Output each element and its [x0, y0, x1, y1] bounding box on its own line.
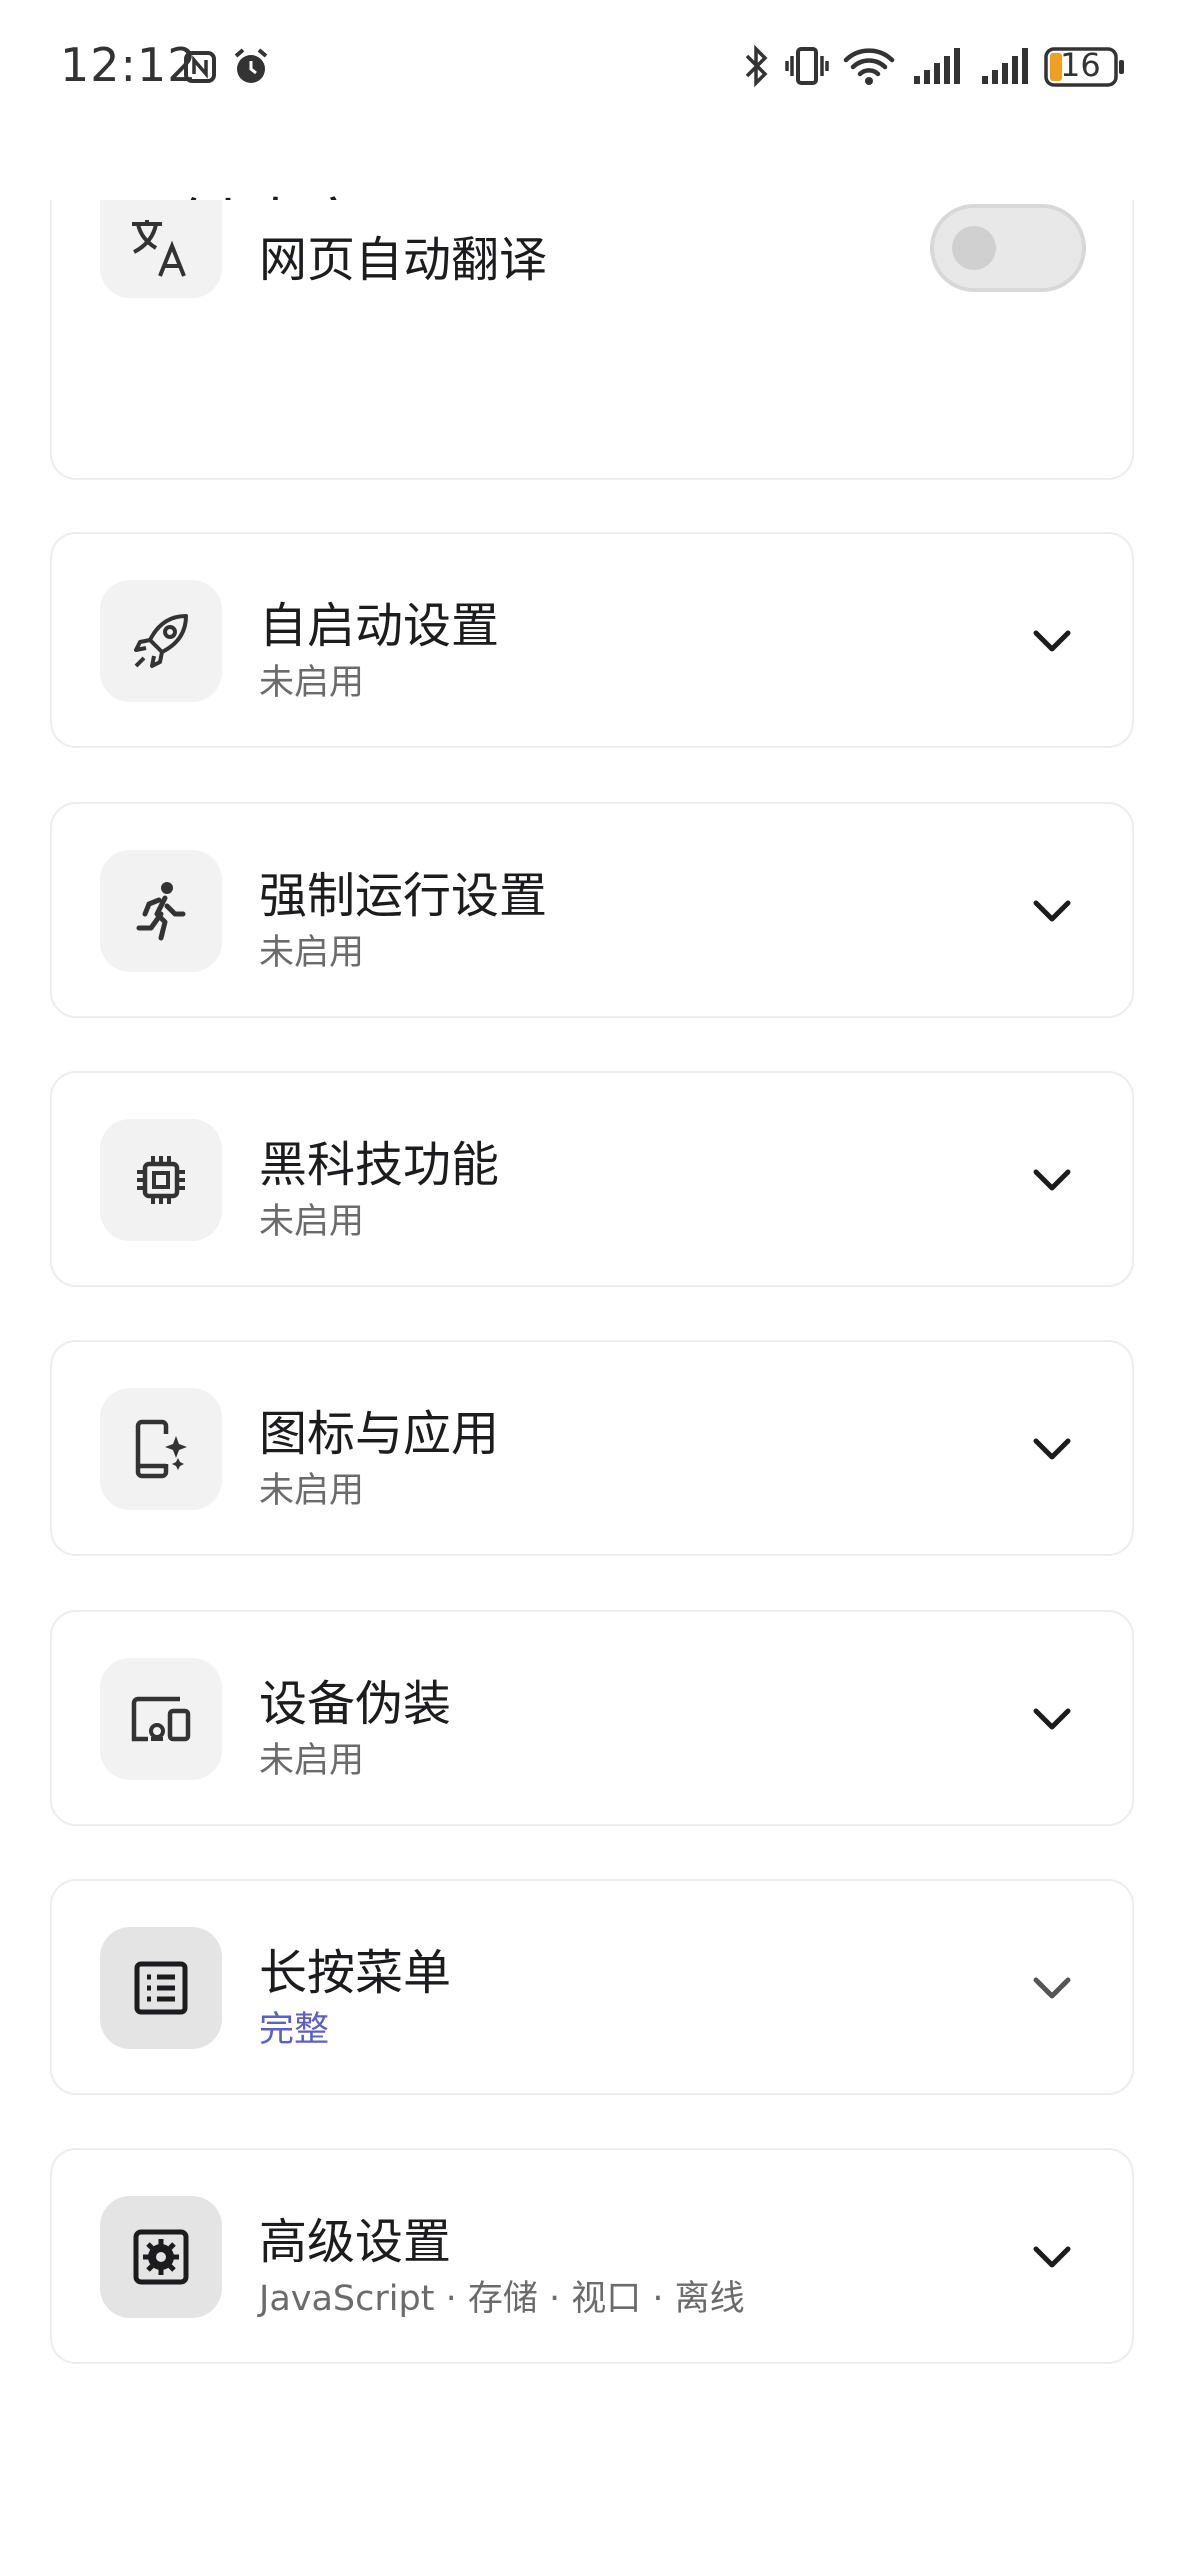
card-title: 设备伪装 [259, 1676, 452, 1732]
card-title: 长按菜单 [259, 1945, 452, 2001]
toggle-knob [952, 226, 996, 270]
alarm-icon [230, 46, 272, 92]
card-subtitle: 未启用 [259, 663, 365, 703]
run-icon [100, 850, 222, 972]
status-bar: 12:12 16 [0, 0, 1186, 140]
card-subtitle: 完整 [259, 2010, 330, 2050]
chevron-down-icon[interactable] [1024, 1422, 1080, 1478]
devices-icon [100, 1658, 222, 1780]
card-autostart[interactable]: 自启动设置 未启用 [50, 532, 1134, 748]
card-subtitle: 未启用 [259, 1471, 365, 1511]
translate-icon [100, 200, 222, 298]
card-title: 强制运行设置 [259, 868, 548, 924]
card-long-press-menu[interactable]: 长按菜单 完整 [50, 1879, 1134, 2095]
card-web-translate: 网页自动翻译 [50, 200, 1134, 480]
card-advanced-settings[interactable]: 高级设置 JavaScript · 存储 · 视口 · 离线 [50, 2148, 1134, 2364]
card-subtitle: 未启用 [259, 933, 365, 973]
web-translate-toggle[interactable] [930, 204, 1086, 292]
card-black-tech[interactable]: 黑科技功能 未启用 [50, 1071, 1134, 1287]
signal-icon-2 [980, 46, 1030, 90]
chevron-down-icon[interactable] [1024, 884, 1080, 940]
card-title: 黑科技功能 [259, 1137, 500, 1193]
settings-box-icon [100, 2196, 222, 2318]
chevron-down-icon[interactable] [1024, 2230, 1080, 2286]
card-icon-app[interactable]: 图标与应用 未启用 [50, 1340, 1134, 1556]
battery-level: 16 [1060, 46, 1101, 84]
list-icon [100, 1927, 222, 2049]
vibrate-icon [784, 46, 830, 90]
chevron-down-icon[interactable] [1024, 1692, 1080, 1748]
rocket-icon [100, 580, 222, 702]
phone-sparkle-icon [100, 1388, 222, 1510]
card-title: 图标与应用 [259, 1406, 500, 1462]
card-subtitle: 未启用 [259, 1741, 365, 1781]
card-force-run[interactable]: 强制运行设置 未启用 [50, 802, 1134, 1018]
chip-icon [100, 1119, 222, 1241]
chevron-down-icon[interactable] [1024, 1961, 1080, 2017]
card-title: 自启动设置 [259, 598, 500, 654]
card-title: 高级设置 [259, 2214, 452, 2270]
signal-icon-1 [912, 46, 962, 90]
card-device-disguise[interactable]: 设备伪装 未启用 [50, 1610, 1134, 1826]
chevron-down-icon[interactable] [1024, 614, 1080, 670]
chevron-down-icon[interactable] [1024, 1153, 1080, 1209]
status-time: 12:12 [60, 38, 198, 92]
card-title: 网页自动翻译 [259, 232, 548, 288]
bluetooth-icon [742, 44, 772, 92]
card-subtitle: JavaScript · 存储 · 视口 · 离线 [259, 2279, 745, 2319]
card-subtitle: 未启用 [259, 1202, 365, 1242]
wifi-icon [842, 44, 896, 92]
nfc-icon [183, 50, 217, 88]
